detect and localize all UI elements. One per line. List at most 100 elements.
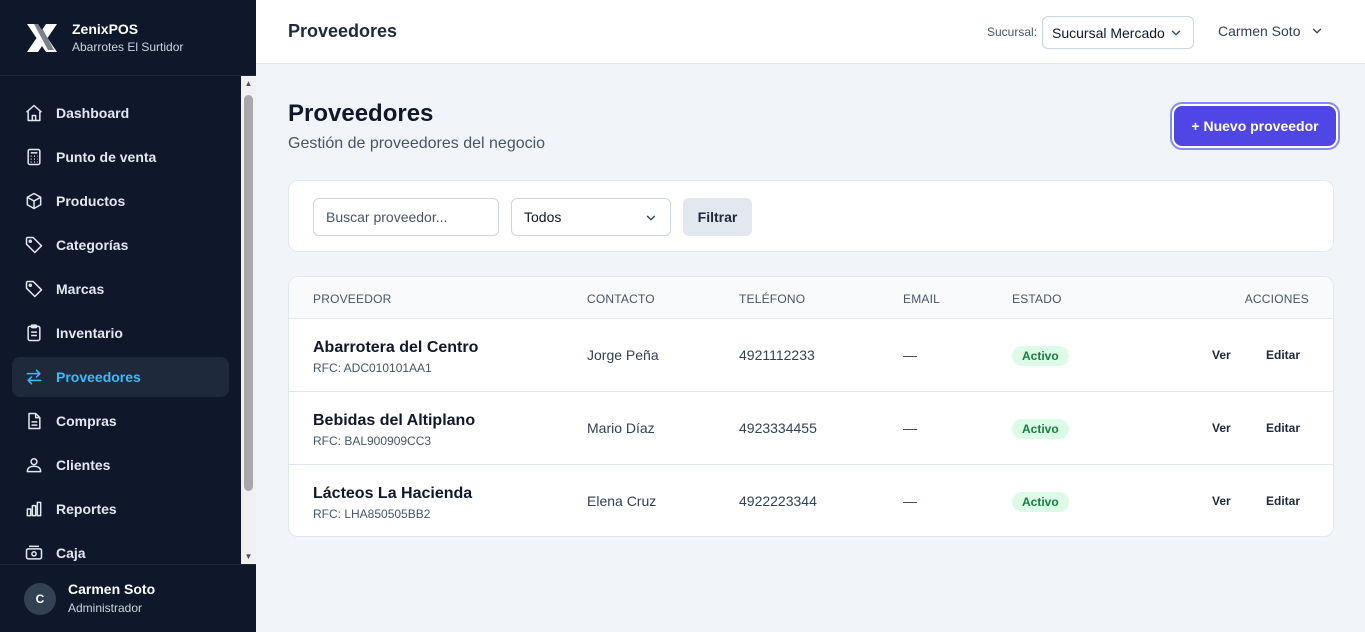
- table-row: Bebidas del Altiplano RFC: BAL900909CC3 …: [289, 392, 1333, 465]
- scroll-down-arrow-icon[interactable]: ▼: [241, 549, 256, 564]
- supplier-email: —: [903, 493, 917, 509]
- supplier-email: —: [903, 420, 917, 436]
- table-row: Abarrotera del Centro RFC: ADC010101AA1 …: [289, 319, 1333, 392]
- supplier-rfc: RFC: LHA850505BB2: [313, 507, 431, 521]
- filter-button[interactable]: Filtrar: [683, 198, 752, 236]
- edit-button[interactable]: Editar: [1266, 421, 1300, 435]
- scroll-thumb[interactable]: [244, 95, 253, 491]
- sidebar-item-label: Productos: [56, 193, 126, 209]
- sidebar-item-label: Dashboard: [56, 105, 130, 121]
- clipboard-icon: [27, 324, 41, 342]
- edit-button[interactable]: Editar: [1266, 348, 1300, 362]
- chevron-down-icon: [1313, 28, 1322, 34]
- sidebar-item-label: Caja: [56, 545, 86, 561]
- branch-value: Sucursal Mercado: [1052, 24, 1165, 41]
- users-icon: [26, 458, 42, 473]
- header-estado: ESTADO: [1012, 292, 1062, 306]
- status-select-value: Todos: [524, 209, 562, 225]
- table-header: PROVEEDOR CONTACTO TELÉFONO EMAIL ESTADO…: [289, 277, 1333, 319]
- search-input[interactable]: [313, 198, 499, 236]
- sidebar-item-categorias[interactable]: Categorías: [12, 225, 229, 265]
- supplier-name: Bebidas del Altiplano: [313, 412, 476, 429]
- view-button[interactable]: Ver: [1212, 421, 1231, 435]
- supplier-rfc: RFC: BAL900909CC3: [313, 434, 432, 448]
- supplier-phone: 4921112233: [739, 347, 815, 363]
- chevron-down-icon: [1171, 30, 1181, 36]
- sidebar-item-proveedores[interactable]: Proveedores: [12, 357, 229, 397]
- sidebar-user[interactable]: C Carmen Soto Administrador: [0, 564, 256, 632]
- sidebar-item-label: Inventario: [56, 325, 123, 341]
- page-subtitle: Gestión de proveedores del negocio: [288, 135, 546, 152]
- sidebar-item-label: Compras: [56, 413, 117, 429]
- header-email: EMAIL: [903, 292, 941, 306]
- supplier-rfc: RFC: ADC010101AA1: [313, 361, 432, 375]
- view-button[interactable]: Ver: [1212, 348, 1231, 362]
- sidebar: ZenixPOS Abarrotes El Surtidor Dashboard…: [0, 0, 256, 632]
- bar-chart-icon: [26, 501, 42, 517]
- header-proveedor: PROVEEDOR: [313, 292, 392, 306]
- home-icon: [26, 104, 42, 122]
- page-title: Proveedores: [288, 100, 434, 127]
- supplier-contact: Mario Díaz: [587, 420, 655, 436]
- header-telefono: TELÉFONO: [739, 292, 806, 306]
- supplier-phone: 4923334455: [739, 420, 817, 436]
- sidebar-item-label: Punto de venta: [56, 149, 157, 165]
- avatar: C: [24, 582, 56, 615]
- header-contacto: CONTACTO: [587, 292, 655, 306]
- sidebar-item-label: Categorías: [56, 237, 129, 253]
- zenix-logo-icon: [24, 19, 60, 56]
- sidebar-item-caja[interactable]: Caja: [12, 533, 229, 564]
- user-role: Administrador: [68, 601, 143, 615]
- sidebar-item-label: Proveedores: [56, 369, 141, 385]
- tag-icon: [25, 236, 43, 254]
- box-icon: [26, 192, 42, 210]
- chevron-down-icon: [646, 215, 656, 221]
- topbar-title: Proveedores: [288, 21, 398, 41]
- supplier-phone: 4922223344: [739, 493, 817, 509]
- sidebar-item-inventario[interactable]: Inventario: [12, 313, 229, 353]
- status-badge: Activo: [1012, 492, 1069, 512]
- supplier-name: Abarrotera del Centro: [313, 339, 479, 356]
- brand-header: ZenixPOS Abarrotes El Surtidor: [0, 0, 256, 76]
- sidebar-item-dashboard[interactable]: Dashboard: [12, 93, 229, 133]
- sidebar-item-label: Marcas: [56, 281, 105, 297]
- sidebar-item-compras[interactable]: Compras: [12, 401, 229, 441]
- table-row: Lácteos La Hacienda RFC: LHA850505BB2 El…: [289, 465, 1333, 536]
- supplier-contact: Elena Cruz: [587, 493, 657, 509]
- sidebar-item-productos[interactable]: Productos: [12, 181, 229, 221]
- scroll-up-arrow-icon[interactable]: ▲: [241, 76, 256, 91]
- status-badge: Activo: [1012, 419, 1069, 439]
- supplier-contact: Jorge Peña: [587, 347, 659, 363]
- store-name: Abarrotes El Surtidor: [72, 39, 184, 54]
- document-icon: [28, 412, 41, 430]
- user-name: Carmen Soto: [68, 581, 156, 597]
- calculator-icon: [27, 148, 41, 166]
- supplier-email: —: [903, 347, 917, 363]
- status-badge: Activo: [1012, 346, 1069, 366]
- status-select[interactable]: Todos: [511, 198, 671, 236]
- arrows-exchange-icon: [26, 369, 42, 385]
- new-supplier-button[interactable]: + Nuevo proveedor: [1174, 106, 1336, 146]
- edit-button[interactable]: Editar: [1266, 494, 1300, 508]
- branch-label: Sucursal:: [987, 25, 1038, 39]
- topbar: Proveedores Sucursal: Sucursal Mercado C…: [256, 0, 1365, 64]
- sidebar-item-label: Clientes: [56, 457, 111, 473]
- suppliers-table: PROVEEDOR CONTACTO TELÉFONO EMAIL ESTADO…: [288, 276, 1334, 537]
- sidebar-item-reportes[interactable]: Reportes: [12, 489, 229, 529]
- branch-select[interactable]: Sucursal Mercado: [1042, 16, 1194, 49]
- sidebar-item-label: Reportes: [56, 501, 117, 517]
- header-acciones: ACCIONES: [1244, 292, 1309, 306]
- sidebar-nav: Dashboard Punto de venta Productos Categ…: [0, 76, 241, 564]
- cash-icon: [25, 545, 43, 560]
- user-menu[interactable]: Carmen Soto: [1218, 23, 1324, 39]
- supplier-name: Lácteos La Hacienda: [313, 485, 473, 502]
- user-menu-name: Carmen Soto: [1218, 23, 1301, 39]
- sidebar-scrollbar[interactable]: ▲ ▼: [241, 76, 256, 564]
- sidebar-item-marcas[interactable]: Marcas: [12, 269, 229, 309]
- filter-card: Todos Filtrar: [288, 180, 1334, 252]
- brand-name: ZenixPOS: [72, 20, 139, 37]
- view-button[interactable]: Ver: [1212, 494, 1231, 508]
- tag-icon: [25, 280, 43, 298]
- sidebar-item-clientes[interactable]: Clientes: [12, 445, 229, 485]
- sidebar-item-punto-de-venta[interactable]: Punto de venta: [12, 137, 229, 177]
